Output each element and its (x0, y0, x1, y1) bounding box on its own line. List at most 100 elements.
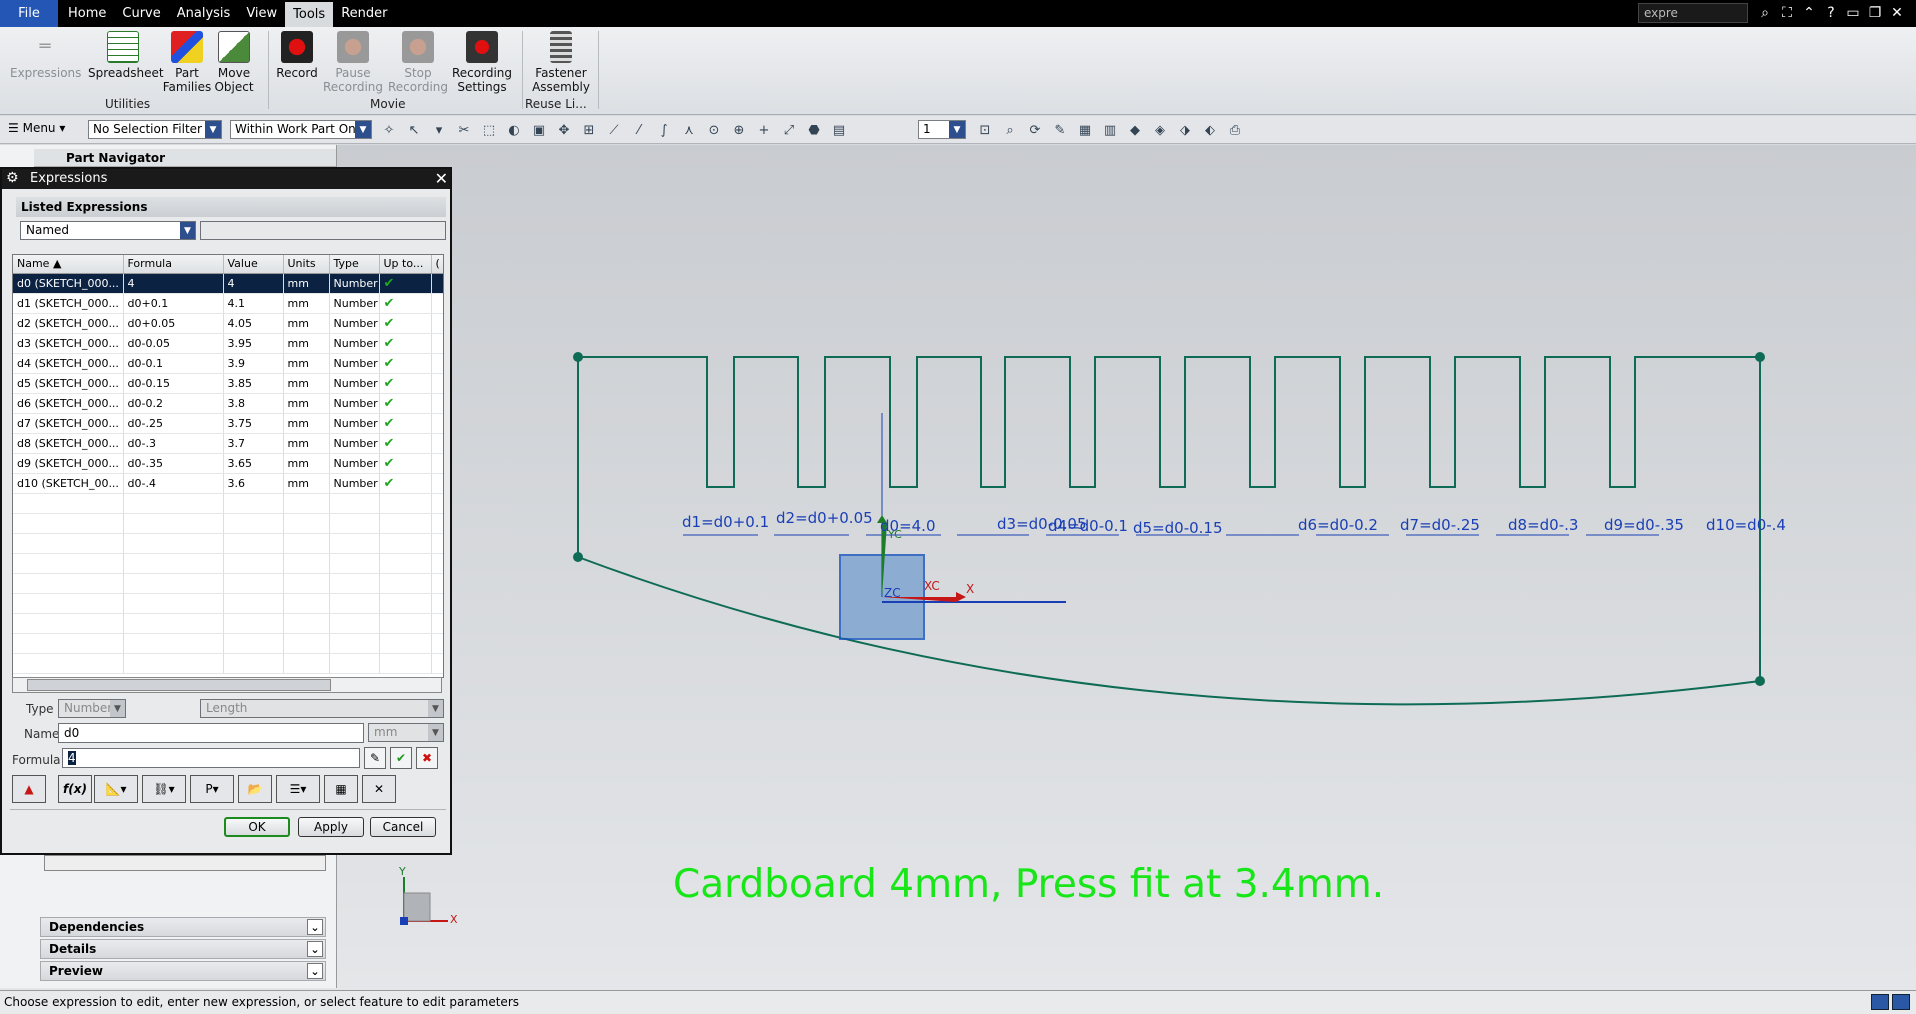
type-dropdown[interactable]: Number ▼ (58, 699, 126, 718)
scrollbar-thumb[interactable] (27, 679, 331, 691)
center-icon[interactable]: ⊕ (730, 122, 748, 138)
dimension-label[interactable]: d1=d0+0.1 (682, 513, 769, 531)
chevron-down-icon[interactable]: ⌄ (307, 919, 323, 935)
zoom-icon[interactable]: ⌕ (1001, 122, 1019, 138)
tab-view[interactable]: View (238, 0, 285, 27)
dimension-label[interactable]: d2=d0+0.05 (776, 509, 873, 527)
spreadsheet-edit-button[interactable]: ▦ (324, 775, 358, 803)
column-header-formula[interactable]: Formula (123, 255, 224, 274)
delete-expression-button[interactable]: ✕ (362, 775, 396, 803)
plus-icon[interactable]: + (755, 122, 773, 138)
column-header-name[interactable]: Name ▲ (13, 255, 124, 274)
book-icon[interactable]: ▤ (830, 122, 848, 138)
expressions-button[interactable]: ═ Expressions (10, 31, 81, 80)
search-icon[interactable]: ⌕ (1756, 4, 1774, 22)
spreadsheet-button[interactable]: Spreadsheet (88, 31, 164, 80)
column-header-type[interactable]: Type (329, 255, 380, 274)
edit-formula-button[interactable]: ✎ (364, 747, 386, 769)
layer-dropdown[interactable]: 1 ▼ (918, 120, 966, 139)
view-icon[interactable]: ◐ (505, 122, 523, 138)
grid-icon[interactable]: ⊞ (580, 122, 598, 138)
table-icon[interactable]: ▦ (1076, 122, 1094, 138)
tab-curve[interactable]: Curve (114, 0, 168, 27)
formula-input[interactable]: 4 (62, 748, 360, 768)
move-icon[interactable]: ✥ (555, 122, 573, 138)
pan-icon[interactable]: ✎ (1051, 122, 1069, 138)
listed-expressions-header[interactable]: Listed Expressions (16, 197, 446, 217)
fullscreen-icon[interactable]: ⛶ (1778, 4, 1796, 22)
table-row[interactable]: d4 (SKETCH_000... d0-0.1 3.9 mm Number ✔ (13, 353, 443, 374)
selection-filter-dropdown[interactable]: No Selection Filter ▼ (88, 120, 222, 139)
open-file-button[interactable]: 📂 (238, 775, 272, 803)
part-reference-button[interactable]: ⛓▾ (142, 775, 186, 803)
table-row[interactable]: d10 (SKETCH_00... d0-.4 3.6 mm Number ✔ (13, 473, 443, 494)
pause-recording-button[interactable]: Pause Recording (318, 31, 388, 94)
column-header-units[interactable]: Units (283, 255, 330, 274)
shaded-icon[interactable]: ◆ (1126, 122, 1144, 138)
move-object-button[interactable]: Move Object (199, 31, 269, 94)
column-header-more[interactable]: ( (431, 255, 443, 274)
cube-icon[interactable]: ▣ (530, 122, 548, 138)
select-icon[interactable]: ↖ (405, 122, 423, 138)
navigator-scrollbar[interactable] (44, 855, 326, 871)
fastener-assembly-button[interactable]: Fastener Assembly (526, 31, 596, 94)
snap-icon[interactable]: ✧ (380, 122, 398, 138)
accept-edit-button[interactable]: ✔ (390, 747, 412, 769)
dialog-title-bar[interactable]: ⚙ Expressions ✕ (2, 169, 450, 189)
command-search-input[interactable]: expre (1638, 3, 1748, 23)
functions-button[interactable]: f(x) (58, 775, 92, 803)
list-options-button[interactable]: ☰▾ (276, 775, 320, 803)
preview-panel[interactable]: Preview ⌄ (40, 961, 326, 981)
comb-profile[interactable] (578, 356, 1760, 488)
point-icon[interactable]: ⊙ (705, 122, 723, 138)
dimension-label[interactable]: d5=d0-0.15 (1133, 519, 1223, 537)
parameters-button[interactable]: P▾ (190, 775, 234, 803)
collapse-button[interactable]: ▲ (12, 775, 46, 803)
table-row[interactable]: d1 (SKETCH_000... d0+0.1 4.1 mm Number ✔ (13, 293, 443, 314)
slash-icon[interactable]: ⁄ (630, 122, 648, 138)
measure-button[interactable]: 📐▾ (94, 775, 138, 803)
table-row[interactable]: d7 (SKETCH_000... d0-.25 3.75 mm Number ✔ (13, 413, 443, 434)
close-icon[interactable]: ✕ (1888, 4, 1906, 22)
dimension-label[interactable]: d10=d0-.4 (1706, 516, 1786, 534)
units-dropdown[interactable]: mm ▼ (368, 723, 444, 742)
table-horizontal-scrollbar[interactable] (12, 677, 442, 693)
tab-render[interactable]: Render (333, 0, 395, 27)
dimensionality-dropdown[interactable]: Length ▼ (200, 699, 444, 718)
table-row[interactable]: d0 (SKETCH_000... 4 4 mm Number ✔ (13, 273, 443, 294)
snap-mode-icon[interactable] (1892, 994, 1910, 1010)
name-input[interactable]: d0 (58, 723, 364, 743)
dependencies-panel[interactable]: Dependencies ⌄ (40, 917, 326, 937)
rotate-icon[interactable]: ⟳ (1026, 122, 1044, 138)
gear-icon[interactable]: ⚙ (6, 170, 19, 186)
tab-tools[interactable]: Tools (285, 2, 334, 27)
reuse-library-group-label[interactable]: Reuse Li... (525, 97, 587, 111)
chevron-up-icon[interactable]: ⌃ (1800, 4, 1818, 22)
bottom-arc[interactable] (577, 556, 1761, 706)
dimension-label[interactable]: d6=d0-0.2 (1298, 516, 1378, 534)
dimension-label[interactable]: d9=d0-.35 (1604, 516, 1684, 534)
section-icon[interactable]: ◈ (1151, 122, 1169, 138)
table-row[interactable]: d5 (SKETCH_000... d0-0.15 3.85 mm Number ✔ (13, 373, 443, 394)
intersect-icon[interactable]: ⋏ (680, 122, 698, 138)
menu-button[interactable]: ☰ Menu ▾ (8, 121, 65, 135)
table-row[interactable]: d3 (SKETCH_000... d0-0.05 3.95 mm Number ✔ (13, 333, 443, 354)
dimension-label[interactable]: d4=d0-0.1 (1048, 517, 1128, 535)
table-row[interactable]: d6 (SKETCH_000... d0-0.2 3.8 mm Number ✔ (13, 393, 443, 414)
annotation-note[interactable]: Cardboard 4mm, Press fit at 3.4mm. (673, 862, 1384, 907)
dimension-label[interactable]: d8=d0-.3 (1508, 516, 1578, 534)
apply-button[interactable]: Apply (298, 817, 364, 837)
table-row[interactable]: d2 (SKETCH_000... d0+0.05 4.05 mm Number ✔ (13, 313, 443, 334)
fit-icon[interactable]: ⊡ (976, 122, 994, 138)
minimize-icon[interactable]: ▭ (1844, 4, 1862, 22)
help-icon[interactable]: ? (1822, 4, 1840, 22)
line-icon[interactable]: ⟋ (605, 122, 623, 138)
wcs-icon[interactable]: ⬖ (1201, 122, 1219, 138)
close-icon[interactable]: ✕ (435, 169, 448, 188)
printer-icon[interactable]: ⎙ (1226, 122, 1244, 138)
stop-recording-button[interactable]: Stop Recording (383, 31, 453, 94)
tab-home[interactable]: Home (60, 0, 114, 27)
chevron-down-icon[interactable]: ⌄ (307, 963, 323, 979)
column-header-up-to-date[interactable]: Up to... (379, 255, 432, 274)
table-row[interactable]: d9 (SKETCH_000... d0-.35 3.65 mm Number ✔ (13, 453, 443, 474)
